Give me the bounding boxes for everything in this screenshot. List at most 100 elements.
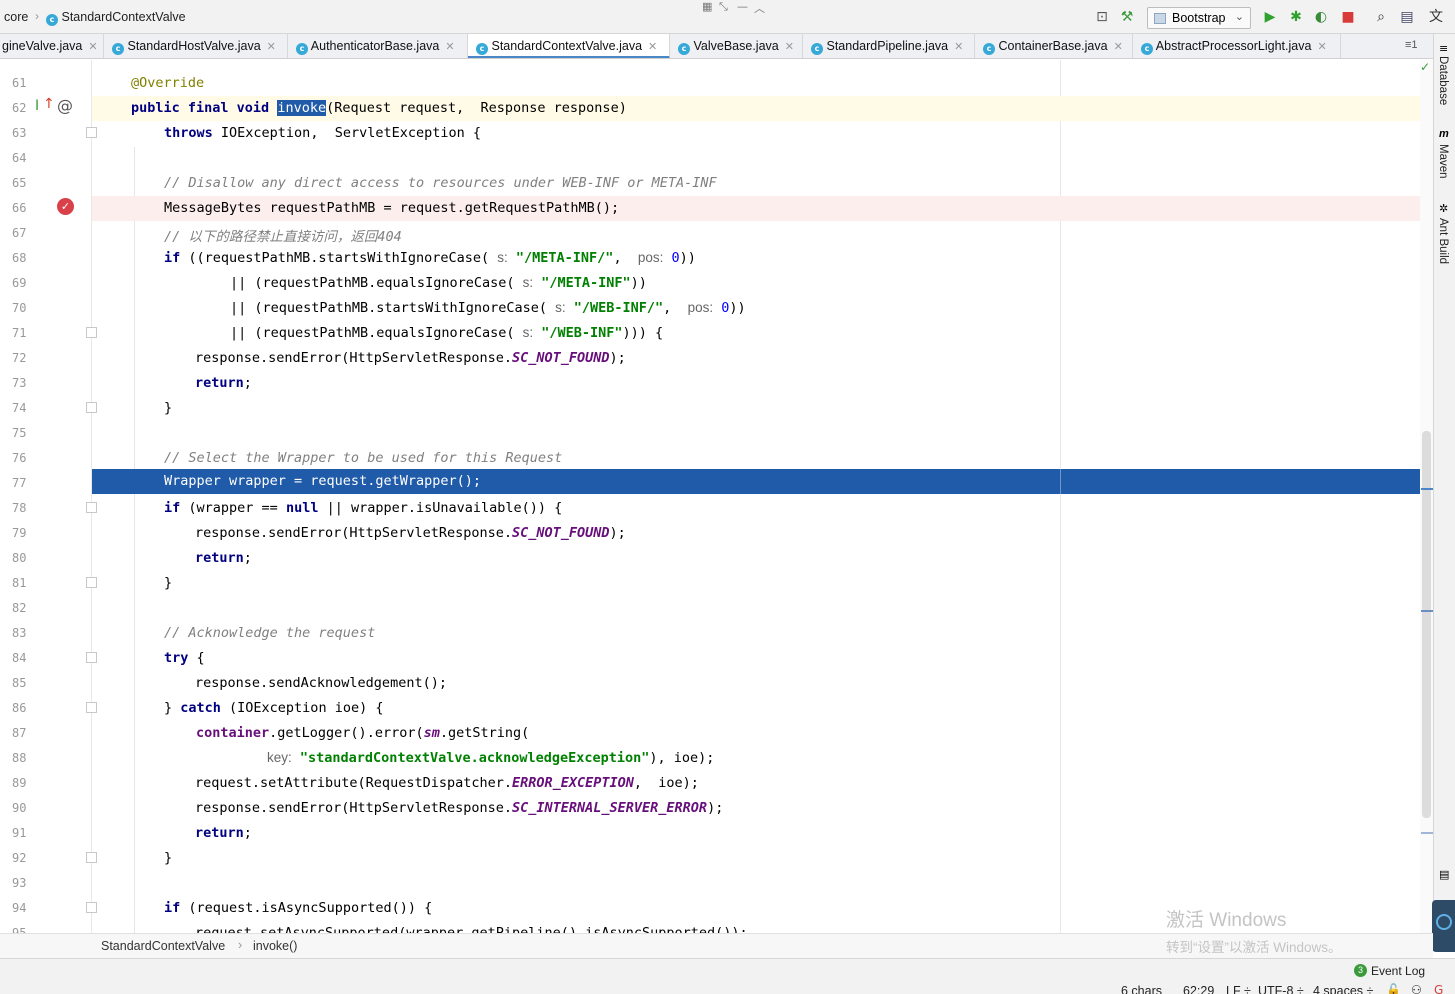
code-line-84[interactable]: try { <box>92 646 1433 671</box>
code-line-78[interactable]: if (wrapper == null || wrapper.isUnavail… <box>92 496 1433 521</box>
tab-enginevalve[interactable]: gineValve.java ✕ <box>0 34 104 58</box>
fold-marker[interactable] <box>86 502 97 513</box>
line-separator[interactable]: LF ÷ <box>1226 984 1251 994</box>
code-line-70[interactable]: || (requestPathMB.startsWithIgnoreCase( … <box>92 296 1433 321</box>
hammer-icon[interactable]: ⚒ <box>1118 8 1136 26</box>
code-line-72[interactable]: response.sendError(HttpServletResponse.S… <box>92 346 1433 371</box>
inspector-icon[interactable]: ⚇ <box>1411 983 1422 994</box>
tab-list-menu[interactable]: ≡1 <box>1405 39 1418 51</box>
stripe-mark[interactable] <box>1421 832 1433 834</box>
code-line-65[interactable]: // Disallow any direct access to resourc… <box>92 171 1433 196</box>
code-line-69[interactable]: || (requestPathMB.equalsIgnoreCase( s: "… <box>92 271 1433 296</box>
tab-valvebase[interactable]: c ValveBase.java ✕ <box>670 34 803 58</box>
tab-containerbase[interactable]: c ContainerBase.java ✕ <box>975 34 1133 58</box>
close-icon[interactable]: ✕ <box>785 41 794 53</box>
layout-icon[interactable]: ⊡ <box>1093 8 1111 26</box>
code-line-73[interactable]: return; <box>92 371 1433 396</box>
nav-file[interactable]: c StandardContextValve <box>46 10 186 26</box>
breakpoint-icon[interactable]: ✓ <box>57 198 74 215</box>
code-line-77[interactable]: Wrapper wrapper = request.getWrapper(); <box>92 469 1433 494</box>
implementing-icon[interactable]: I <box>35 98 39 114</box>
ant-build-tool-button[interactable]: Ant Build <box>1437 218 1449 264</box>
code-line-83[interactable]: // Acknowledge the request <box>92 621 1433 646</box>
code-line-80[interactable]: return; <box>92 546 1433 571</box>
ant-icon[interactable]: ✲ <box>1439 202 1448 215</box>
stop-icon[interactable]: ■ <box>1339 8 1357 26</box>
google-icon[interactable]: G <box>1434 983 1443 994</box>
code-line-88[interactable]: key: "standardContextValve.acknowledgeEx… <box>92 746 1433 771</box>
line-number: 91 <box>12 826 27 840</box>
search-icon[interactable]: ⌕ <box>1372 8 1390 26</box>
annotation-at-icon[interactable]: @ <box>57 96 73 115</box>
debug-icon[interactable]: ✱ <box>1287 8 1305 26</box>
chevron-up-icon[interactable]: ︿ <box>754 0 765 16</box>
code-line-62[interactable]: public final void invoke(Request request… <box>92 96 1433 121</box>
indent-setting[interactable]: 4 spaces ÷ <box>1313 984 1373 994</box>
fold-marker[interactable] <box>86 702 97 713</box>
lock-icon[interactable]: 🔓 <box>1386 983 1401 994</box>
inspection-ok-icon[interactable]: ✓ <box>1420 60 1430 74</box>
close-icon[interactable]: ✕ <box>1114 41 1123 53</box>
code-line-87[interactable]: container.getLogger().error(sm.getString… <box>92 721 1433 746</box>
code-line-86[interactable]: } catch (IOException ioe) { <box>92 696 1433 721</box>
fold-marker[interactable] <box>86 852 97 863</box>
fold-marker[interactable] <box>86 577 97 588</box>
code-line-85[interactable]: response.sendAcknowledgement(); <box>92 671 1433 696</box>
code-line-74[interactable]: } <box>92 396 1433 421</box>
code-line-68[interactable]: if ((requestPathMB.startsWithIgnoreCase(… <box>92 246 1433 271</box>
run-icon[interactable]: ▶ <box>1261 8 1279 26</box>
close-icon[interactable]: ✕ <box>648 41 657 53</box>
code-line-90[interactable]: response.sendError(HttpServletResponse.S… <box>92 796 1433 821</box>
panel-icon[interactable]: ▤ <box>1439 868 1449 881</box>
close-icon[interactable]: ✕ <box>88 41 97 53</box>
fold-marker[interactable] <box>86 402 97 413</box>
fold-marker[interactable] <box>86 902 97 913</box>
project-structure-icon[interactable]: ▤ <box>1398 8 1416 26</box>
close-icon[interactable]: ✕ <box>1317 41 1326 53</box>
tab-abstractprocessorlight[interactable]: c AbstractProcessorLight.java ✕ <box>1133 34 1341 58</box>
tab-standardcontextvalve[interactable]: c StandardContextValve.java ✕ <box>468 34 670 58</box>
override-arrow-icon[interactable]: ↑ <box>43 96 55 112</box>
code-line-92[interactable]: } <box>92 846 1433 871</box>
collapse-icon[interactable]: ⤡ <box>719 0 728 14</box>
code-line-89[interactable]: request.setAttribute(RequestDispatcher.E… <box>92 771 1433 796</box>
tab-authenticatorbase[interactable]: c AuthenticatorBase.java ✕ <box>288 34 468 58</box>
fold-marker[interactable] <box>86 327 97 338</box>
database-icon[interactable]: ≡ <box>1439 42 1448 55</box>
coverage-icon[interactable]: ◐ <box>1312 8 1330 26</box>
breadcrumb-class[interactable]: StandardContextValve <box>101 939 225 953</box>
event-log-button[interactable]: Event Log <box>1371 964 1425 978</box>
caret-position[interactable]: 62:29 <box>1183 984 1214 994</box>
fold-marker[interactable] <box>86 127 97 138</box>
tab-standardpipeline[interactable]: c StandardPipeline.java ✕ <box>803 34 975 58</box>
close-icon[interactable]: ✕ <box>267 41 276 53</box>
file-encoding[interactable]: UTF-8 ÷ <box>1258 984 1304 994</box>
code-line-76[interactable]: // Select the Wrapper to be used for thi… <box>92 446 1433 471</box>
nav-module[interactable]: core <box>4 10 28 24</box>
close-icon[interactable]: ✕ <box>954 41 963 53</box>
database-tool-button[interactable]: Database <box>1437 56 1449 105</box>
code-line-79[interactable]: response.sendError(HttpServletResponse.S… <box>92 521 1433 546</box>
code-line-71[interactable]: || (requestPathMB.equalsIgnoreCase( s: "… <box>92 321 1433 346</box>
translate-icon[interactable]: 文 <box>1427 8 1445 26</box>
assistant-widget[interactable] <box>1432 900 1455 952</box>
code-line-66[interactable]: MessageBytes requestPathMB = request.get… <box>92 196 1433 221</box>
code-line-81[interactable]: } <box>92 571 1433 596</box>
code-line-61[interactable]: @Override <box>92 71 1433 96</box>
stripe-mark[interactable] <box>1421 488 1433 490</box>
code-line-63[interactable]: throws IOException, ServletException { <box>92 121 1433 146</box>
minimize-icon[interactable]: — <box>737 0 748 13</box>
tab-standardhostvalve[interactable]: c StandardHostValve.java ✕ <box>104 34 288 58</box>
maven-tool-button[interactable]: Maven <box>1437 144 1449 179</box>
breadcrumb-method[interactable]: invoke() <box>253 939 297 953</box>
maven-icon[interactable]: m <box>1439 128 1449 140</box>
stripe-mark[interactable] <box>1421 610 1433 612</box>
close-icon[interactable]: ✕ <box>445 41 454 53</box>
code-line-91[interactable]: return; <box>92 821 1433 846</box>
fold-marker[interactable] <box>86 652 97 663</box>
grid-icon[interactable]: ▦ <box>702 0 712 13</box>
run-configuration-select[interactable]: Bootstrap ⌄ <box>1147 7 1251 29</box>
error-stripe[interactable]: ✓ <box>1420 60 1433 933</box>
code-editor[interactable]: @Override public final void invoke(Reque… <box>0 60 1433 933</box>
code-line-67[interactable]: // 以下的路径禁止直接访问，返回404 <box>92 221 1433 246</box>
